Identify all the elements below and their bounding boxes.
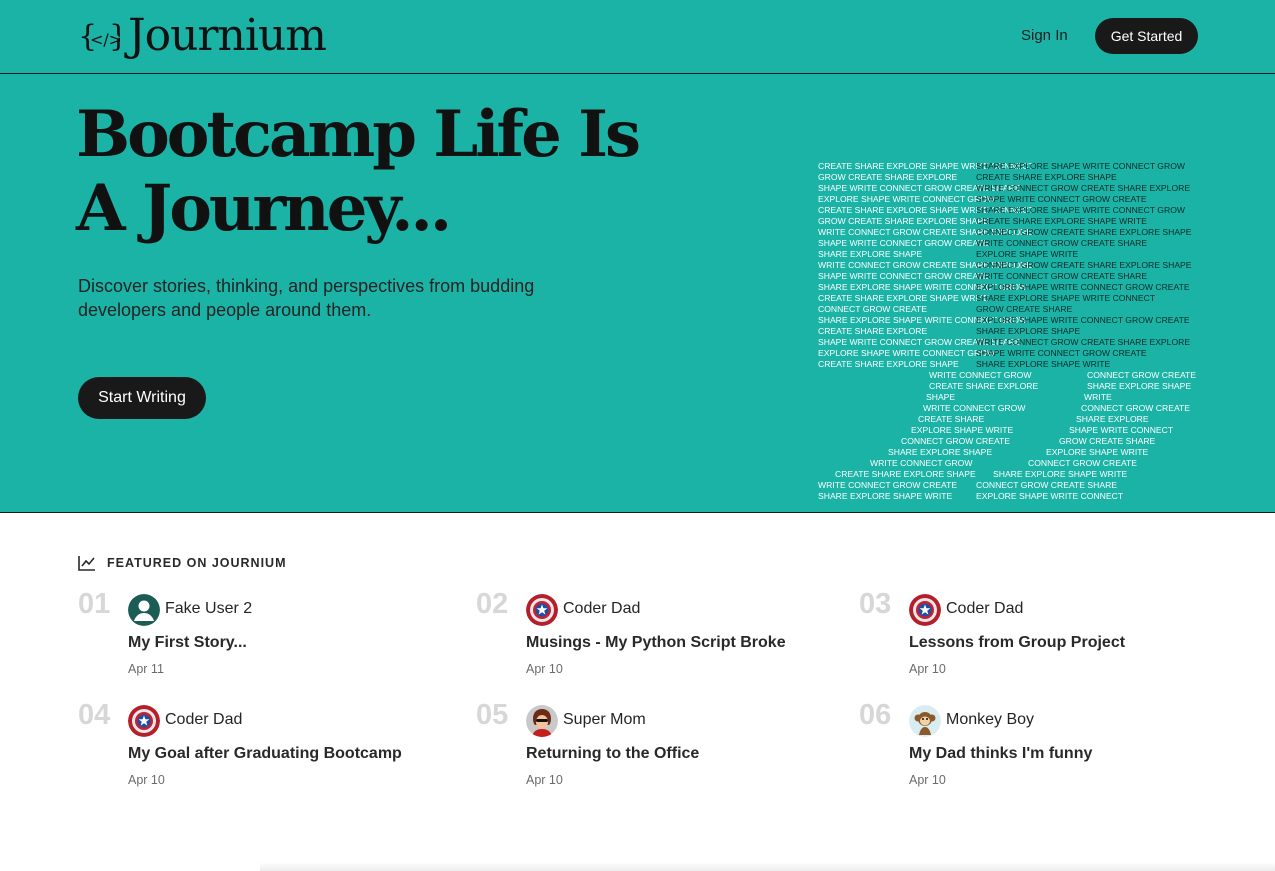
word-art-line: CONNECT GROW CREATE SHARE EXPLORE SHAPE bbox=[976, 227, 1192, 237]
story-rank-number: 04 bbox=[78, 699, 111, 731]
word-art-line: CONNECT GROW CREATE bbox=[1087, 370, 1197, 380]
word-art-line: GROW CREATE SHARE bbox=[976, 304, 1073, 314]
word-art-line: SHARE EXPLORE SHAPE WRITE bbox=[993, 469, 1128, 479]
word-art-line: SHARE EXPLORE SHAPE WRITE bbox=[976, 359, 1111, 369]
logo-wordmark: Journium bbox=[128, 10, 327, 61]
svg-text:}: } bbox=[109, 19, 120, 54]
author-name[interactable]: Super Mom bbox=[563, 711, 646, 729]
word-art-line: CONNECT GROW CREATE bbox=[1028, 458, 1138, 468]
word-art-line: EXPLORE SHAPE WRITE CONNECT bbox=[976, 491, 1124, 501]
word-art-line: GROW CREATE SHARE bbox=[1059, 436, 1156, 446]
featured-story-card[interactable]: 06 Monkey Boy My Dad thinks I'm funny Apr 1… bbox=[859, 699, 1219, 799]
author-avatar[interactable] bbox=[909, 705, 941, 737]
story-rank-number: 05 bbox=[476, 699, 509, 731]
word-art-line: CONNECT GROW CREATE SHARE bbox=[976, 480, 1118, 490]
story-rank-number: 01 bbox=[78, 588, 111, 620]
hero-section: Bootcamp Life Is A Journey... Discover s… bbox=[0, 74, 1275, 513]
word-art-line: CONNECT GROW CREATE bbox=[1081, 403, 1191, 413]
word-art-right-column: SHARE EXPLORE SHAPE WRITE CONNECT GROW CR… bbox=[976, 161, 1196, 502]
word-art-line: SHARE EXPLORE SHAPE WRITE CONNECT bbox=[976, 293, 1156, 303]
word-art-line: CREATE SHARE EXPLORE SHAPE bbox=[976, 172, 1117, 182]
word-art-line: WRITE CONNECT GROW CREATE SHARE EXPLORE bbox=[976, 183, 1191, 193]
trending-chart-icon bbox=[78, 556, 95, 571]
word-art-line: WRITE bbox=[1084, 392, 1112, 402]
featured-heading: FEATURED ON JOURNIUM bbox=[78, 555, 287, 571]
story-date: Apr 10 bbox=[909, 662, 946, 676]
story-title[interactable]: My First Story... bbox=[128, 634, 247, 652]
word-art-line: EXPLORE SHAPE WRITE bbox=[976, 249, 1079, 259]
journium-logo[interactable]: { </> } Journium bbox=[78, 10, 327, 61]
story-date: Apr 10 bbox=[909, 773, 946, 787]
word-art-line: SHARE EXPLORE bbox=[1076, 414, 1149, 424]
story-title[interactable]: Lessons from Group Project bbox=[909, 634, 1125, 652]
featured-story-card[interactable]: 05 Super Mom Returning to the Office Apr 10 bbox=[476, 699, 836, 799]
author-name[interactable]: Monkey Boy bbox=[946, 711, 1034, 729]
word-art-line: EXPLORE SHAPE WRITE CONNECT GROW CREATE bbox=[976, 282, 1190, 292]
word-art-line: SHARE EXPLORE SHAPE WRITE CONNECT GROW bbox=[976, 161, 1185, 171]
word-art-line: WRITE CONNECT GROW CREATE SHARE bbox=[976, 238, 1148, 248]
story-date: Apr 10 bbox=[128, 773, 165, 787]
top-navbar: { </> } Journium Sign In Get Started bbox=[0, 0, 1275, 74]
story-date: Apr 10 bbox=[526, 773, 563, 787]
author-name[interactable]: Coder Dad bbox=[946, 600, 1023, 618]
code-bracket-logo-icon: { </> } bbox=[78, 19, 120, 54]
word-art-line: WRITE CONNECT GROW CREATE SHARE EXPLORE bbox=[976, 337, 1191, 347]
author-avatar[interactable] bbox=[909, 594, 941, 626]
story-rank-number: 06 bbox=[859, 699, 892, 731]
author-avatar[interactable] bbox=[128, 594, 160, 626]
word-art-line: SHAPE WRITE CONNECT bbox=[1069, 425, 1174, 435]
get-started-button[interactable]: Get Started bbox=[1095, 18, 1198, 54]
author-avatar[interactable] bbox=[526, 705, 558, 737]
word-art-line: CREATE SHARE EXPLORE SHAPE WRITE bbox=[976, 216, 1147, 226]
word-art-line: EXPLORE SHAPE WRITE bbox=[1046, 447, 1149, 457]
start-writing-button[interactable]: Start Writing bbox=[78, 377, 206, 419]
word-art-line: SHAPE WRITE CONNECT GROW CREATE bbox=[976, 348, 1147, 358]
featured-story-card[interactable]: 02 Coder Dad Musings - My Python Script Br… bbox=[476, 588, 836, 688]
story-rank-number: 02 bbox=[476, 588, 509, 620]
word-art-line: SHARE EXPLORE SHAPE bbox=[976, 326, 1081, 336]
sign-in-link[interactable]: Sign In bbox=[1021, 27, 1068, 44]
word-art-line: SHARE EXPLORE SHAPE WRITE CONNECT GROW bbox=[976, 205, 1185, 215]
story-date: Apr 10 bbox=[526, 662, 563, 676]
word-art-line: WRITE CONNECT GROW CREATE SHARE bbox=[976, 271, 1148, 281]
story-title[interactable]: My Dad thinks I'm funny bbox=[909, 745, 1092, 763]
author-name[interactable]: Coder Dad bbox=[563, 600, 640, 618]
featured-story-card[interactable]: 03 Coder Dad Lessons from Group Project Apr… bbox=[859, 588, 1219, 688]
author-name[interactable]: Fake User 2 bbox=[165, 600, 252, 618]
author-name[interactable]: Coder Dad bbox=[165, 711, 242, 729]
featured-story-card[interactable]: 04 Coder Dad My Goal after Graduating Boot… bbox=[78, 699, 438, 799]
story-title[interactable]: Returning to the Office bbox=[526, 745, 699, 763]
bottom-shadow bbox=[260, 862, 1275, 871]
word-art-line: CONNECT GROW CREATE SHARE EXPLORE SHAPE bbox=[976, 260, 1192, 270]
word-art-line: EXPLORE SHAPE WRITE CONNECT GROW CREATE bbox=[976, 315, 1190, 325]
story-rank-number: 03 bbox=[859, 588, 892, 620]
word-art-line: SHAPE WRITE CONNECT GROW CREATE bbox=[976, 194, 1147, 204]
featured-label: FEATURED ON JOURNIUM bbox=[107, 556, 287, 570]
hero-subtitle: Discover stories, thinking, and perspect… bbox=[78, 276, 535, 320]
story-date: Apr 11 bbox=[128, 662, 164, 676]
story-title[interactable]: My Goal after Graduating Bootcamp bbox=[128, 745, 402, 763]
featured-story-card[interactable]: 01 Fake User 2 My First Story... Apr 11 bbox=[78, 588, 438, 688]
author-avatar[interactable] bbox=[128, 705, 160, 737]
word-art-line: SHARE EXPLORE SHAPE bbox=[1087, 381, 1192, 391]
hero-title: Bootcamp Life Is A Journey... bbox=[76, 97, 641, 246]
author-avatar[interactable] bbox=[526, 594, 558, 626]
story-title[interactable]: Musings - My Python Script Broke bbox=[526, 634, 786, 652]
